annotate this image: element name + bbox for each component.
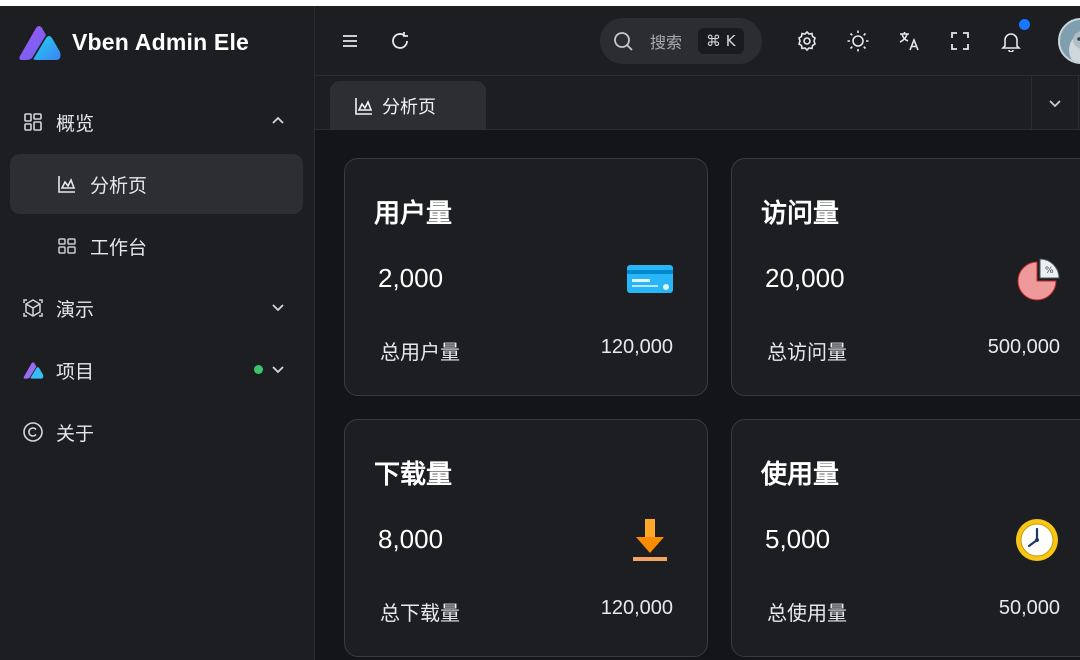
sidebar-item-about[interactable]: 关于	[10, 402, 303, 462]
menu-toggle-button[interactable]	[335, 26, 365, 56]
card-footer-label: 总使用量	[767, 601, 847, 625]
card-usage: 使用量 5,000 总使用量 50,000	[731, 419, 1080, 657]
card-value: 8,000	[378, 524, 444, 554]
card-value: 2,000	[378, 263, 444, 293]
svg-text:%: %	[1045, 266, 1054, 276]
card-footer-value: 500,000	[987, 336, 1060, 358]
app-window: Vben Admin Ele 概览 分析页 工作台 演示 项目 关于 搜索 ⌘ …	[0, 6, 1080, 660]
dashboard-grid-icon	[22, 111, 44, 133]
fullscreen-icon	[951, 32, 969, 50]
search-shortcut: ⌘ K	[698, 28, 744, 54]
sidebar-item-project[interactable]: 项目	[10, 340, 303, 400]
sidebar-item-analytics[interactable]: 分析页	[10, 154, 303, 214]
card-footer-value: 120,000	[600, 336, 673, 358]
tabs-more-button[interactable]	[1031, 76, 1079, 130]
grid-icon	[56, 235, 78, 257]
status-dot	[254, 365, 263, 374]
notifications-button[interactable]	[996, 26, 1026, 56]
chart-area-icon	[355, 97, 373, 115]
sun-icon	[847, 30, 869, 52]
sidebar-item-label: 演示	[56, 298, 95, 321]
tab-analytics[interactable]: 分析页	[330, 81, 486, 130]
search-box[interactable]: 搜索 ⌘ K	[600, 18, 762, 64]
brand[interactable]: Vben Admin Ele	[16, 20, 249, 64]
vben-logo-icon	[22, 359, 44, 381]
search-icon	[614, 32, 633, 51]
chevron-down-icon[interactable]	[269, 298, 287, 316]
menu-icon	[343, 35, 357, 47]
copyright-icon	[22, 421, 44, 443]
app-title: Vben Admin Ele	[72, 28, 250, 55]
vben-logo-icon	[19, 26, 61, 60]
theme-toggle-button[interactable]	[843, 26, 873, 56]
card-footer-value: 120,000	[600, 597, 673, 619]
sidebar-item-label: 概览	[56, 112, 95, 135]
tabs-bar: 分析页	[315, 76, 1080, 130]
refresh-button[interactable]	[385, 26, 415, 56]
avatar[interactable]	[1058, 18, 1080, 64]
clock-icon	[1012, 518, 1062, 562]
card-users: 用户量 2,000 总用户量 120,000	[344, 158, 708, 396]
sidebar-item-label: 关于	[56, 422, 95, 445]
card-downloads: 下载量 8,000 总下载量 120,000	[344, 419, 708, 657]
sidebar-item-label: 项目	[56, 360, 95, 383]
card-title: 使用量	[761, 460, 840, 490]
download-icon	[625, 518, 675, 562]
sidebar-item-label: 分析页	[90, 174, 148, 197]
card-title: 下载量	[374, 460, 453, 490]
card-value: 20,000	[765, 263, 845, 293]
search-placeholder: 搜索	[650, 33, 683, 52]
pie-percent-icon: %	[1012, 257, 1062, 301]
notification-dot	[1019, 19, 1030, 30]
card-visits: 访问量 20,000 % 总访问量 500,000	[731, 158, 1080, 396]
chevron-down-icon[interactable]	[269, 360, 287, 378]
sidebar: Vben Admin Ele 概览 分析页 工作台 演示 项目 关于	[0, 6, 315, 660]
tab-label: 分析页	[382, 96, 436, 118]
card-footer-label: 总用户量	[380, 340, 460, 364]
avatar-image	[1060, 20, 1080, 62]
bell-icon	[1001, 33, 1021, 52]
sidebar-item-overview[interactable]: 概览	[10, 92, 303, 152]
chevron-up-icon[interactable]	[269, 112, 287, 130]
settings-icon	[798, 30, 816, 52]
card-title: 用户量	[374, 199, 453, 229]
card-footer-value: 50,000	[998, 597, 1060, 619]
cube-icon	[22, 297, 44, 319]
card-footer-label: 总访问量	[767, 340, 847, 364]
card-footer-label: 总下载量	[380, 601, 460, 625]
sidebar-item-workbench[interactable]: 工作台	[10, 216, 303, 276]
sidebar-item-label: 工作台	[90, 236, 148, 259]
sidebar-item-demos[interactable]: 演示	[10, 278, 303, 338]
card-value: 5,000	[765, 524, 831, 554]
chevron-down-icon	[1049, 100, 1061, 108]
card-title: 访问量	[761, 199, 840, 229]
refresh-icon	[392, 32, 408, 49]
settings-button[interactable]	[792, 26, 822, 56]
fullscreen-button[interactable]	[945, 26, 975, 56]
top-header: 搜索 ⌘ K	[315, 6, 1080, 76]
translate-icon	[899, 32, 919, 51]
credit-card-icon	[625, 257, 675, 301]
language-button[interactable]	[894, 26, 924, 56]
chart-area-icon	[56, 173, 78, 195]
